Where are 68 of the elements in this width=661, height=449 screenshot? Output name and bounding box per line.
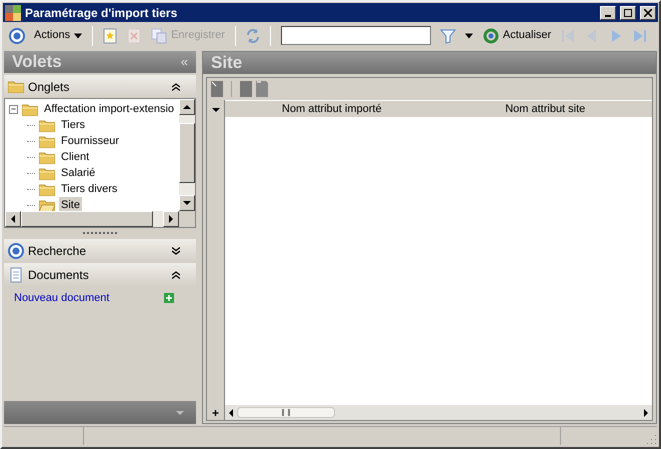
- section-header[interactable]: Documents: [4, 263, 196, 286]
- tree-item[interactable]: Client: [59, 148, 92, 166]
- expander-icon[interactable]: −: [9, 104, 18, 114]
- caret-icon[interactable]: [212, 108, 220, 112]
- horizontal-scrollbar[interactable]: [225, 405, 652, 420]
- panel-title: Site: [211, 52, 242, 74]
- scrollbar-corner: [179, 211, 195, 227]
- column-header[interactable]: Nom attribut site: [438, 101, 652, 117]
- refresh-icon: [482, 28, 499, 44]
- save-icon: [151, 28, 168, 44]
- vertical-scrollbar[interactable]: [179, 99, 195, 211]
- circle-icon: [9, 28, 25, 44]
- resize-grip-icon[interactable]: [645, 433, 657, 445]
- folder-icon: [39, 134, 55, 148]
- sync-icon: [244, 28, 261, 44]
- chevron-icon[interactable]: [172, 82, 180, 90]
- search-field[interactable]: [280, 26, 431, 45]
- delete-icon: [126, 28, 142, 44]
- close-icon: [644, 8, 652, 16]
- grip-icon: [282, 409, 290, 416]
- new-document-icon: [102, 28, 118, 44]
- refresh-button[interactable]: Actualiser: [478, 23, 556, 48]
- window-title: Paramétrage d'import tiers: [25, 4, 178, 22]
- add-row-button[interactable]: +: [212, 406, 219, 420]
- filter-icon: [440, 28, 456, 44]
- up-arrow-icon: [183, 105, 191, 109]
- last-icon: [632, 28, 648, 44]
- tree-item[interactable]: Fournisseur: [59, 132, 122, 150]
- section-header[interactable]: Onglets: [4, 75, 196, 98]
- app-icon: [5, 4, 21, 20]
- panel-title: Volets: [12, 51, 63, 74]
- tree-item[interactable]: Salarié: [59, 164, 98, 182]
- add-icon[interactable]: [164, 293, 174, 304]
- folder-icon: [39, 118, 55, 132]
- document-icon[interactable]: [256, 81, 268, 97]
- down-arrow-icon: [183, 201, 191, 205]
- maximize-icon: [624, 8, 632, 16]
- close-button[interactable]: [640, 6, 656, 20]
- column-header[interactable]: Nom attribut importé: [225, 101, 438, 117]
- caret-icon: [74, 32, 82, 38]
- section-title: Onglets: [28, 78, 70, 96]
- minimize-button[interactable]: [600, 6, 616, 20]
- section-title: Recherche: [28, 242, 88, 260]
- left-arrow-icon: [11, 215, 15, 223]
- new-document-link[interactable]: Nouveau document: [14, 290, 164, 306]
- folder-icon: [39, 150, 55, 164]
- document-icon: [8, 266, 24, 282]
- tree-item[interactable]: Affectation import-extensio: [42, 100, 176, 118]
- horizontal-scrollbar[interactable]: [5, 211, 195, 227]
- tree-item[interactable]: Tiers: [59, 116, 88, 134]
- actions-menu-button[interactable]: Actions: [30, 23, 86, 48]
- caret-icon: [464, 32, 473, 38]
- folder-icon: [22, 102, 38, 116]
- chevron-icon[interactable]: [172, 270, 180, 278]
- folder-icon: [39, 182, 55, 196]
- open-folder-icon: [39, 198, 55, 211]
- section-header[interactable]: Recherche: [4, 239, 196, 262]
- folder-icon: [39, 166, 55, 180]
- section-title: Documents: [28, 266, 90, 284]
- tree-item[interactable]: Site: [59, 196, 82, 211]
- folder-icon: [8, 80, 24, 93]
- search-icon: [8, 242, 24, 258]
- tree-item[interactable]: Tiers divers: [59, 180, 120, 198]
- maximize-button[interactable]: [620, 6, 636, 20]
- chevron-icon[interactable]: [172, 246, 180, 254]
- right-arrow-icon: [169, 215, 173, 223]
- minimize-icon: [605, 14, 611, 16]
- document-icon[interactable]: [211, 81, 223, 97]
